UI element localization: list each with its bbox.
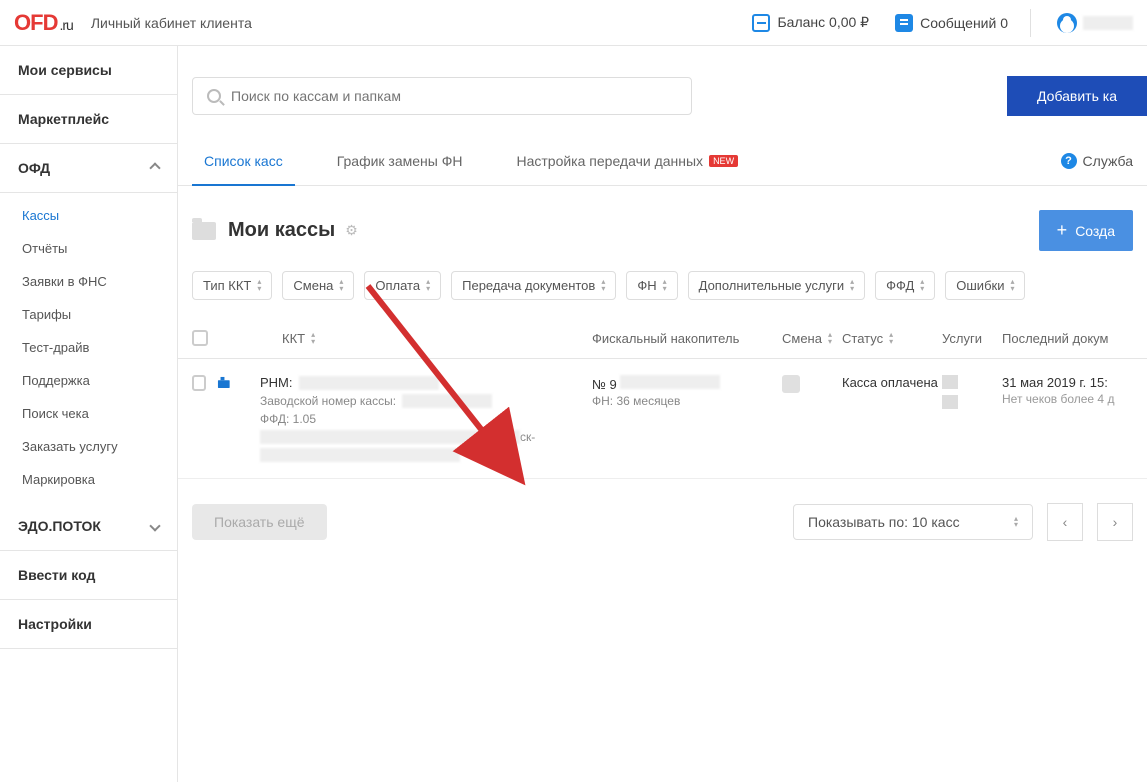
- filter-kkt-type[interactable]: Тип ККТ: [192, 271, 272, 300]
- factory-label: Заводской номер кассы:: [260, 394, 396, 408]
- user-name: [1083, 16, 1133, 30]
- filter-fn[interactable]: ФН: [626, 271, 677, 300]
- sidebar-item-search-check[interactable]: Поиск чека: [0, 397, 177, 430]
- sidebar-enter-code[interactable]: Ввести код: [0, 551, 177, 600]
- filter-payment[interactable]: Оплата: [364, 271, 441, 300]
- sidebar-item-kassy[interactable]: Кассы: [0, 199, 177, 232]
- avatar-icon: [1057, 13, 1077, 33]
- section-title: Мои кассы: [228, 219, 335, 242]
- sidebar-item-marking[interactable]: Маркировка: [0, 463, 177, 496]
- user-menu[interactable]: [1057, 13, 1133, 33]
- show-more-button: Показать ещё: [192, 504, 327, 540]
- message-icon: [895, 14, 913, 32]
- sidebar-my-services[interactable]: Мои сервисы: [0, 46, 177, 95]
- rnm-label: РНМ:: [260, 375, 293, 390]
- pager-next[interactable]: ›: [1097, 503, 1133, 541]
- logo[interactable]: OFD.ru: [14, 10, 73, 36]
- sidebar-item-test-drive[interactable]: Тест-драйв: [0, 331, 177, 364]
- balance-display[interactable]: Баланс 0,00 ₽: [752, 14, 869, 32]
- sidebar-item-tariffs[interactable]: Тарифы: [0, 298, 177, 331]
- row-checkbox[interactable]: [192, 375, 206, 391]
- th-last-doc: Последний докум: [1002, 331, 1133, 346]
- filter-ffd[interactable]: ФФД: [875, 271, 935, 300]
- app-title: Личный кабинет клиента: [91, 15, 252, 31]
- filter-extra-services[interactable]: Дополнительные услуги: [688, 271, 865, 300]
- table-row[interactable]: РНМ: Заводской номер кассы: ФФД: 1.05 ск…: [178, 359, 1147, 479]
- ffd-value: ФФД: 1.05: [260, 412, 592, 426]
- th-status[interactable]: Статус: [842, 331, 883, 346]
- status-value: Касса оплачена: [842, 375, 942, 390]
- plus-icon: +: [1057, 220, 1068, 241]
- service-icon-2: [942, 395, 958, 409]
- sidebar-ofd[interactable]: ОФД: [0, 144, 177, 193]
- sidebar-item-fns[interactable]: Заявки в ФНС: [0, 265, 177, 298]
- th-fn[interactable]: Фискальный накопитель: [592, 331, 782, 346]
- create-folder-button[interactable]: + Созда: [1039, 210, 1133, 251]
- factory-value: [402, 394, 492, 408]
- chevron-up-icon: [149, 162, 160, 173]
- tab-data-transfer[interactable]: Настройка передачи данных NEW: [504, 136, 750, 185]
- no-checks-warning: Нет чеков более 4 д: [1002, 392, 1133, 406]
- gear-icon[interactable]: ⚙: [345, 222, 358, 239]
- sidebar-item-reports[interactable]: Отчёты: [0, 232, 177, 265]
- tab-fn-schedule[interactable]: График замены ФН: [325, 136, 475, 185]
- help-link[interactable]: ? Служба: [1061, 153, 1133, 169]
- service-icon-1: [942, 375, 958, 389]
- sidebar-marketplace[interactable]: Маркетплейс: [0, 95, 177, 144]
- sidebar-item-support[interactable]: Поддержка: [0, 364, 177, 397]
- search-icon: [207, 89, 221, 103]
- pager-prev[interactable]: ‹: [1047, 503, 1083, 541]
- help-icon: ?: [1061, 153, 1077, 169]
- th-services: Услуги: [942, 331, 1002, 346]
- rnm-value: [299, 376, 439, 390]
- per-page-select[interactable]: Показывать по: 10 касс ▴▾: [793, 504, 1033, 540]
- select-all-checkbox[interactable]: [192, 330, 208, 346]
- th-kkt[interactable]: ККТ: [282, 331, 305, 346]
- wallet-icon: [752, 14, 770, 32]
- fn-number: [620, 375, 720, 389]
- filter-errors[interactable]: Ошибки: [945, 271, 1025, 300]
- th-shift[interactable]: Смена: [782, 331, 822, 346]
- filter-doc-transfer[interactable]: Передача документов: [451, 271, 616, 300]
- filter-shift[interactable]: Смена: [282, 271, 354, 300]
- shift-indicator: [782, 375, 800, 393]
- last-doc-date: 31 мая 2019 г. 15:: [1002, 375, 1133, 390]
- fn-number-prefix: № 9: [592, 377, 617, 392]
- new-badge: NEW: [709, 155, 738, 167]
- address-value: [260, 430, 520, 444]
- tab-list[interactable]: Список касс: [192, 136, 295, 185]
- add-kassa-button[interactable]: Добавить ка: [1007, 76, 1147, 116]
- sidebar-settings[interactable]: Настройки: [0, 600, 177, 649]
- chevron-down-icon: [149, 520, 160, 531]
- cash-register-icon: [216, 375, 232, 393]
- search-input[interactable]: [231, 88, 677, 104]
- messages-display[interactable]: Сообщений 0: [895, 14, 1008, 32]
- folder-icon: [192, 222, 216, 240]
- search-box[interactable]: [192, 77, 692, 115]
- sidebar-edo[interactable]: ЭДО.ПОТОК: [0, 502, 177, 551]
- sidebar-item-order-service[interactable]: Заказать услугу: [0, 430, 177, 463]
- fn-months: ФН: 36 месяцев: [592, 394, 782, 408]
